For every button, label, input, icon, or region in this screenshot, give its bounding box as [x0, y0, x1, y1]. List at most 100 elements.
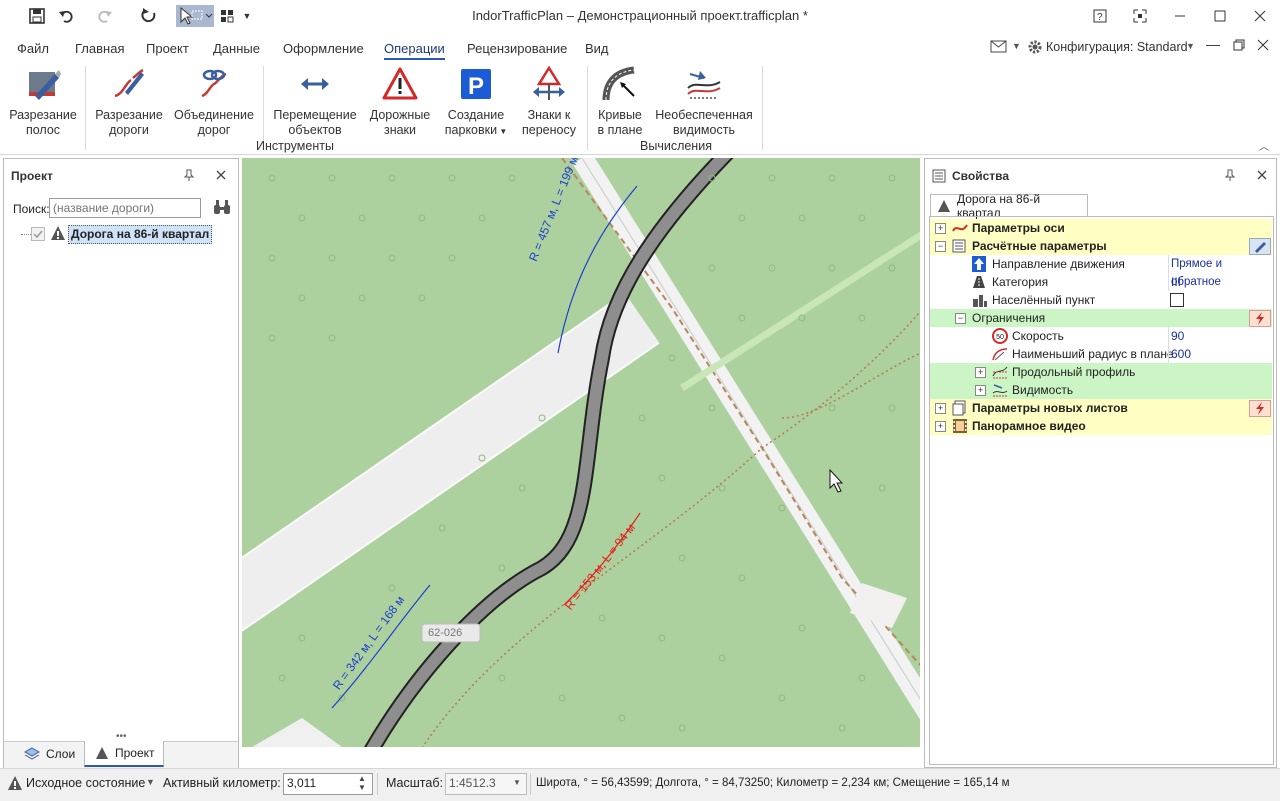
row-axis-params[interactable]: + Параметры оси [930, 219, 1272, 237]
merge-roads-button[interactable]: Объединение дорог [172, 66, 256, 138]
tab-review[interactable]: Рецензирование [467, 41, 567, 56]
configuration-dropdown-icon[interactable]: ▼ [1186, 41, 1195, 51]
tab-operations[interactable]: Операции [384, 41, 445, 60]
mail-dropdown-icon[interactable]: ▼ [1012, 41, 1021, 51]
row-visibility[interactable]: + Видимость [930, 381, 1272, 399]
gear-icon[interactable] [1027, 39, 1043, 58]
km-spinner-icon[interactable]: ▲ ▼ [358, 774, 366, 792]
ribbon: Разрезание полос Разрезание дороги Объед… [0, 62, 1280, 155]
tab-design[interactable]: Оформление [283, 41, 364, 56]
state-dropdown-icon[interactable]: ▼ [146, 777, 155, 787]
scale-select[interactable]: 1:4512.3 ▼ [445, 773, 527, 795]
lightning-button[interactable] [1249, 310, 1271, 327]
close-panel-icon[interactable] [216, 169, 226, 183]
row-radius[interactable]: Наименьший радиус в плане 600 [930, 345, 1272, 363]
close-panel-icon[interactable] [1257, 169, 1267, 183]
pin-icon[interactable] [1224, 169, 1236, 184]
create-parking-button[interactable]: P Создание парковки ▼ [440, 66, 512, 139]
tab-layers[interactable]: Слои [6, 743, 84, 765]
insufficient-visibility-line1: Необеспеченная [655, 108, 753, 122]
tab-project[interactable]: Проект [146, 41, 189, 56]
tab-project-panel[interactable]: Проект [84, 741, 164, 767]
scale-label: Масштаб: [386, 776, 443, 790]
edit-button[interactable] [1249, 238, 1271, 255]
ribbon-separator [762, 66, 763, 150]
row-settlement-label: Населённый пункт [992, 293, 1096, 307]
configuration-label[interactable]: Конфигурация: Standard [1046, 40, 1188, 54]
cut-road-button[interactable]: Разрезание дороги [92, 66, 166, 138]
menu-bar: Файл Главная Проект Данные Оформление Оп… [0, 36, 1280, 62]
expand-icon[interactable]: + [975, 385, 986, 396]
help-icon[interactable]: ? [1080, 4, 1120, 28]
row-limits[interactable]: − Ограничения [930, 309, 1272, 327]
road-warning-icon [50, 225, 66, 244]
row-speed[interactable]: 50 Скорость 90 [930, 327, 1272, 345]
row-video[interactable]: + Панорамное видео [930, 417, 1272, 435]
pin-icon[interactable] [183, 169, 195, 184]
status-separator [530, 773, 531, 795]
state-icon [8, 776, 22, 790]
cut-lanes-icon [29, 70, 61, 100]
move-objects-button[interactable]: Перемещение объектов [270, 66, 360, 138]
road-tree-item[interactable]: Дорога на 86-й квартал [68, 225, 213, 244]
road-checkbox[interactable] [31, 227, 45, 241]
mail-icon[interactable] [990, 40, 1008, 57]
collapse-ribbon-icon[interactable]: ︿ [1259, 138, 1269, 153]
close-icon[interactable] [1240, 4, 1280, 28]
ribbon-minimize-icon[interactable]: — [1206, 36, 1220, 52]
tab-view[interactable]: Вид [585, 41, 609, 56]
project-icon [96, 747, 108, 759]
row-speed-value[interactable]: 90 [1168, 327, 1184, 345]
group-label-tools: Инструменты [256, 139, 334, 153]
row-category-value[interactable]: III [1168, 273, 1181, 291]
state-selector[interactable]: Исходное состояние [26, 776, 145, 790]
close-document-icon[interactable] [1257, 39, 1269, 54]
binoculars-icon[interactable] [213, 199, 231, 218]
tab-home[interactable]: Главная [75, 41, 124, 56]
expand-icon[interactable]: + [935, 223, 946, 234]
row-direction[interactable]: Направление движения Прямое и обратное [930, 255, 1272, 291]
signs-to-move-button[interactable]: Знаки к переносу [518, 66, 580, 138]
minimize-icon[interactable] [1160, 4, 1200, 28]
axis-curve-icon [952, 224, 968, 232]
properties-object-tab[interactable]: Дорога на 86-й квартал [930, 192, 1088, 220]
cut-road-icon [114, 68, 144, 98]
cut-road-line1: Разрезание [95, 108, 163, 122]
row-calc-params[interactable]: − Расчётные параметры [930, 237, 1272, 255]
settlement-icon [973, 295, 987, 307]
tab-file[interactable]: Файл [17, 41, 49, 56]
active-km-input[interactable]: 3,011 ▲ ▼ [283, 773, 373, 795]
lightning-button[interactable] [1249, 400, 1271, 417]
restore-icon[interactable] [1233, 39, 1245, 54]
settlement-checkbox[interactable] [1170, 293, 1184, 307]
insufficient-visibility-line2: видимость [673, 123, 735, 137]
row-sheets[interactable]: + Параметры новых листов [930, 399, 1272, 417]
map-view[interactable]: R = 457 м, L = 199 м R = 342 м, L = 168 … [242, 158, 920, 747]
create-parking-line1: Создание [447, 108, 505, 122]
status-bar: Исходное состояние ▼ Активный километр: … [0, 768, 1280, 801]
plan-curves-button[interactable]: Кривые в плане [592, 66, 648, 138]
collapse-icon[interactable]: − [935, 241, 946, 252]
sheets-icon [952, 400, 966, 416]
expand-icon[interactable]: + [935, 421, 946, 432]
search-input[interactable] [49, 198, 201, 218]
collapse-icon[interactable]: − [955, 313, 966, 324]
tab-data[interactable]: Данные [213, 41, 260, 56]
row-radius-value[interactable]: 600 [1168, 345, 1191, 363]
insufficient-visibility-button[interactable]: Необеспеченная видимость [652, 66, 756, 138]
row-settlement[interactable]: Населённый пункт [930, 291, 1272, 309]
sign-move-icon [533, 66, 565, 100]
signs-to-move-line2: переносу [522, 123, 576, 137]
ribbon-separator [263, 66, 264, 150]
maximize-icon[interactable] [1200, 4, 1240, 28]
row-category[interactable]: Категория III [930, 273, 1272, 291]
row-profile[interactable]: + Продольный профиль [930, 363, 1272, 381]
road-signs-button[interactable]: Дорожные знаки [364, 66, 436, 138]
road-category-icon [973, 276, 985, 288]
cut-lanes-button[interactable]: Разрезание полос [8, 66, 78, 138]
expand-icon[interactable]: + [935, 403, 946, 414]
expand-icon[interactable]: + [975, 367, 986, 378]
calculator-icon [952, 239, 966, 253]
fullscreen-icon[interactable] [1120, 4, 1160, 28]
signs-to-move-line1: Знаки к [527, 108, 571, 122]
